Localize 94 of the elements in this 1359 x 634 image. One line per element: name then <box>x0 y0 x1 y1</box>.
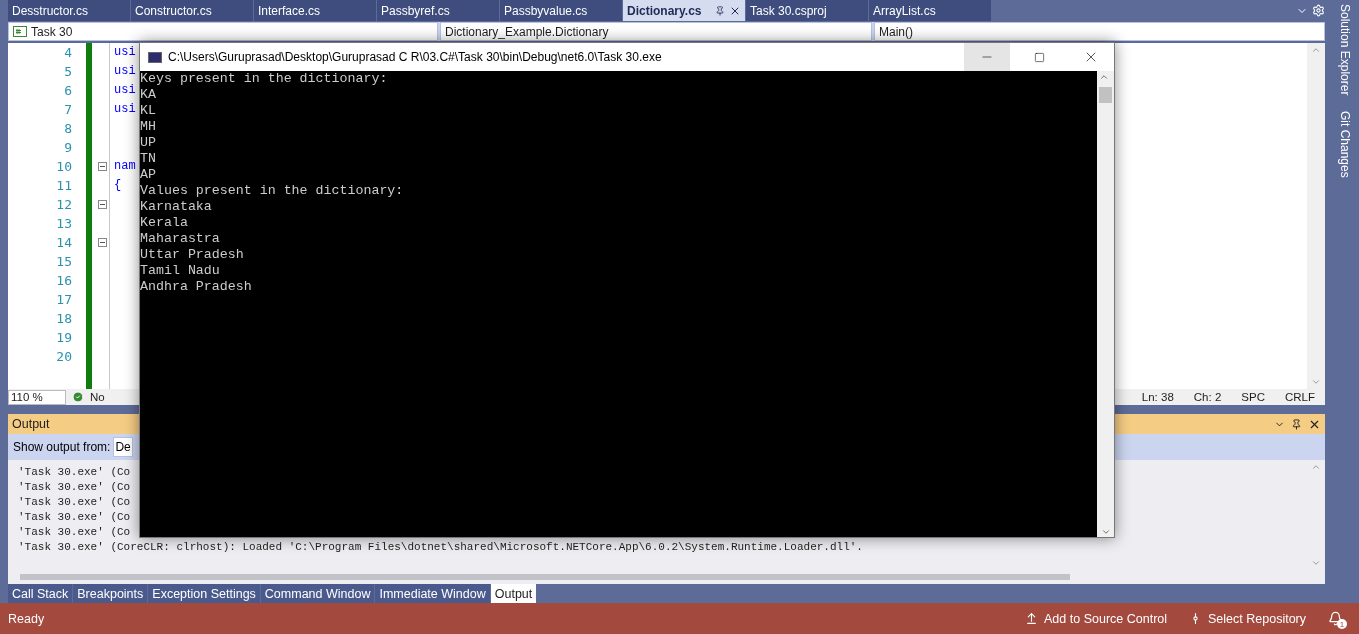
window-title: C:\Users\Guruprasad\Desktop\Guruprasad C R\03.C#\Task 30\bin\Debug\net6.0\Task 30.exe <box>168 50 662 64</box>
console-line: AP <box>140 167 157 183</box>
line-number: 6 <box>63 82 73 100</box>
panel-title: Output <box>12 417 50 431</box>
issues-text: No <box>90 391 105 403</box>
document-tab[interactable]: Interface.cs <box>254 0 376 21</box>
code-text: usi <box>114 102 136 116</box>
console-line: KL <box>140 103 157 119</box>
scroll-up-icon[interactable] <box>1311 45 1321 55</box>
output-line: 'Task 30.exe' (Co <box>18 510 131 525</box>
scroll-down-icon[interactable] <box>1311 558 1321 568</box>
document-tab[interactable]: Constructor.cs <box>131 0 253 21</box>
document-tab[interactable]: ArrayList.cs <box>869 0 991 21</box>
project-dropdown[interactable]: Task 30 <box>8 22 438 41</box>
output-line: 'Task 30.exe' (Co <box>18 525 131 540</box>
console-line: TN <box>140 151 157 167</box>
document-tab[interactable]: Passbyref.cs <box>377 0 499 21</box>
line-number: 17 <box>55 291 73 309</box>
console-line: Values present in the dictionary: <box>140 183 405 199</box>
console-line: Tamil Nadu <box>140 263 221 279</box>
document-tab[interactable]: Desstructor.cs <box>8 0 130 21</box>
column-position: Ch: 2 <box>1193 391 1222 403</box>
scrollbar[interactable] <box>1097 71 1114 537</box>
code-text: usi <box>114 45 136 59</box>
line-number: 4 <box>63 44 73 62</box>
panel-tab[interactable]: Exception Settings <box>148 584 260 603</box>
console-line: Andhra Pradesh <box>140 279 253 295</box>
console-line: Keys present in the dictionary: <box>140 71 389 87</box>
source-control-button[interactable]: Add to Source Control <box>1025 611 1168 626</box>
console-line: Maharastra <box>140 231 221 247</box>
source-dropdown[interactable]: De <box>113 437 133 457</box>
line-number: 14 <box>55 234 73 252</box>
line-number: 15 <box>55 253 73 271</box>
scrollbar[interactable] <box>1307 43 1325 389</box>
line-number: 9 <box>63 139 73 157</box>
code-text: nam <box>114 159 136 173</box>
scroll-down-icon[interactable] <box>1311 377 1321 387</box>
console-line: Kerala <box>140 215 189 231</box>
console-line: UP <box>140 135 157 151</box>
panel-tab[interactable]: Output <box>490 584 537 603</box>
line-number: 16 <box>55 272 73 290</box>
line-number: 19 <box>55 329 73 347</box>
upload-icon <box>1025 612 1039 625</box>
console-line: Karnataka <box>140 199 213 215</box>
document-tab[interactable]: Passbyvalue.cs <box>500 0 622 21</box>
side-tab[interactable]: Solution Explorer <box>1338 2 1352 98</box>
panel-tab[interactable]: Immediate Window <box>375 584 490 603</box>
line-ending: CRLF <box>1284 391 1315 403</box>
source-label: Show output from: <box>13 440 111 454</box>
line-number: 7 <box>63 101 73 119</box>
scroll-up-icon[interactable] <box>1099 72 1109 82</box>
document-tab[interactable]: Task 30.csproj <box>746 0 868 21</box>
console-line: Uttar Pradesh <box>140 247 245 263</box>
panel-tab[interactable]: Breakpoints <box>73 584 148 603</box>
line-number: 20 <box>55 348 73 366</box>
status-text: Ready <box>8 611 45 626</box>
console-icon <box>148 51 162 63</box>
line-number: 12 <box>55 196 73 214</box>
check-icon <box>72 391 84 403</box>
code-text: { <box>114 178 122 192</box>
output-line: 'Task 30.exe' (Co <box>18 480 131 495</box>
collapse-icon[interactable] <box>98 162 107 171</box>
scroll-up-icon[interactable] <box>1311 462 1321 472</box>
output-line: 'Task 30.exe' (Co <box>18 495 131 510</box>
line-number: 11 <box>55 177 73 195</box>
repository-button[interactable]: Select Repository <box>1189 611 1306 626</box>
side-tab[interactable]: Git Changes <box>1338 109 1352 181</box>
scroll-thumb[interactable] <box>1099 87 1112 103</box>
console-line: MH <box>140 119 157 135</box>
document-tab[interactable]: Dictionary.cs <box>623 0 745 21</box>
line-number: 5 <box>63 63 73 81</box>
type-dropdown[interactable]: Dictionary_Example.Dictionary <box>440 22 872 41</box>
scroll-down-icon[interactable] <box>1100 527 1111 537</box>
settings-icon[interactable] <box>1312 4 1325 17</box>
line-number: 13 <box>55 215 73 233</box>
maximize-icon <box>1033 51 1045 63</box>
output-line: 'Task 30.exe' (Co <box>18 465 131 480</box>
console-line: KA <box>140 87 157 103</box>
zoom-dropdown[interactable]: 110 % <box>8 389 66 405</box>
code-text: usi <box>114 64 136 78</box>
indent-mode: SPC <box>1241 391 1265 403</box>
pin-icon[interactable] <box>715 5 725 16</box>
collapse-icon[interactable] <box>98 200 107 209</box>
panel-tab[interactable]: Call Stack <box>8 584 73 603</box>
line-number: 10 <box>55 158 73 176</box>
line-number: 8 <box>63 120 73 138</box>
collapse-icon[interactable] <box>98 238 107 247</box>
member-dropdown[interactable]: Main() <box>874 22 1325 41</box>
panel-tab[interactable]: Command Window <box>260 584 375 603</box>
code-text: usi <box>114 83 136 97</box>
line-number: 18 <box>55 310 73 328</box>
output-line: 'Task 30.exe' (CoreCLR: clrhost): Loaded 'C:\Program Files\dotnet\shared\Microsoft.NETCore.App\6.0.2\System.Runtime.Loader.dll'. <box>18 540 863 555</box>
pin-icon[interactable] <box>1291 418 1302 430</box>
line-position: Ln: 38 <box>1141 391 1174 403</box>
